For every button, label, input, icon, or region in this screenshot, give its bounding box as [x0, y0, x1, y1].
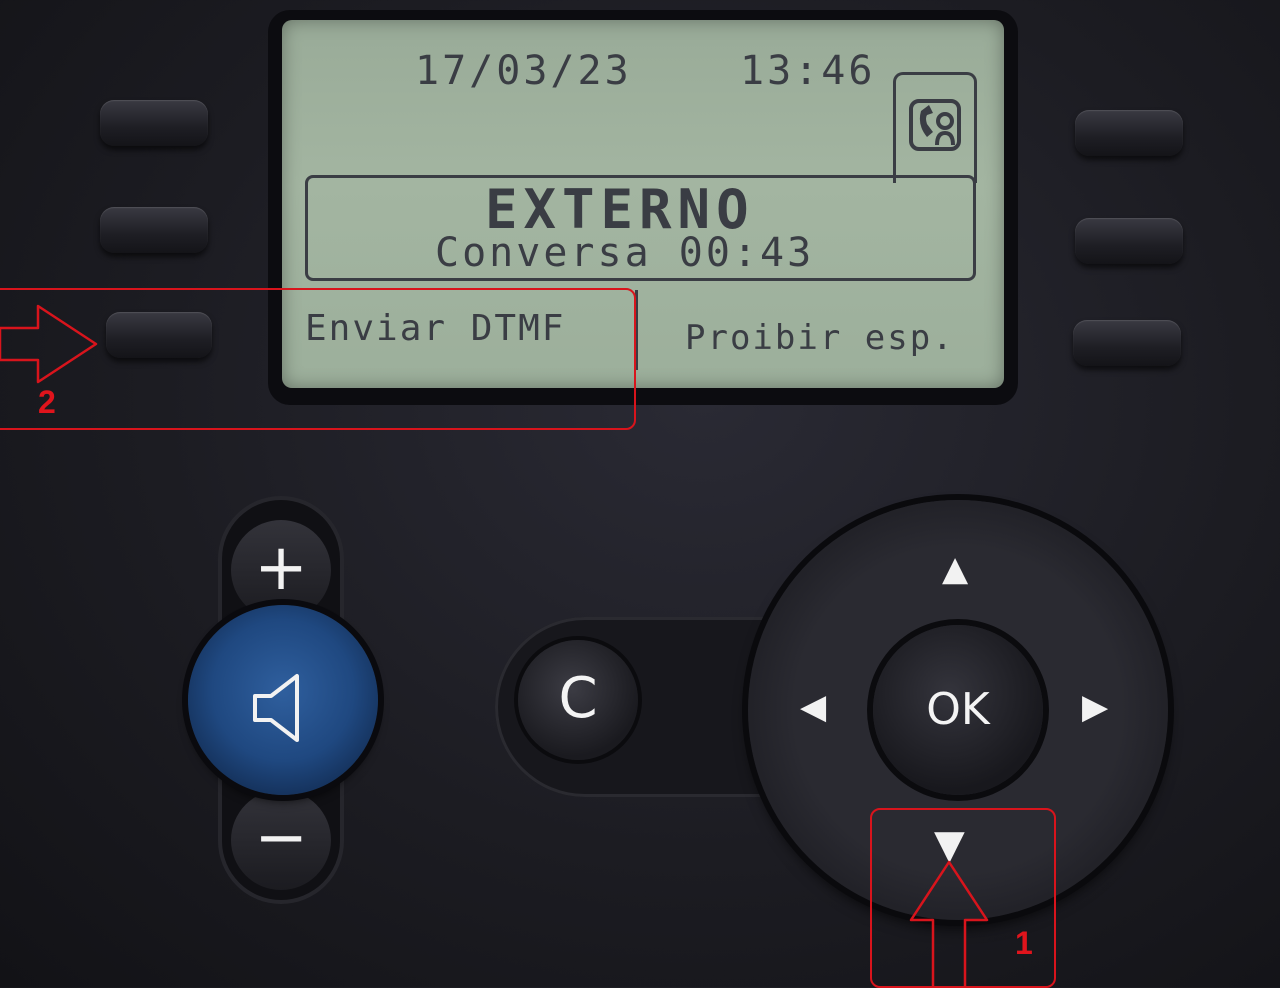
clear-button[interactable]: C: [518, 640, 638, 760]
softkey-left-1[interactable]: [100, 100, 208, 146]
nav-left-arrow-icon[interactable]: ◀: [800, 690, 826, 724]
volume-down-button[interactable]: −: [231, 790, 331, 890]
softkey-label-proibir: Proibir esp.: [685, 318, 955, 358]
softkey-left-2[interactable]: [100, 207, 208, 253]
annotation-box-softkey: [0, 288, 636, 430]
nav-right-arrow-icon[interactable]: ▶: [1082, 690, 1108, 724]
phone-call-icon: [909, 99, 961, 151]
softkey-right-2[interactable]: [1075, 218, 1183, 264]
softkey-right-3[interactable]: [1073, 320, 1181, 366]
display-time: 13:46: [740, 48, 876, 94]
annotation-step-1: 1: [1015, 925, 1033, 961]
speaker-icon: [253, 674, 299, 742]
nav-up-arrow-icon[interactable]: ▲: [942, 552, 968, 586]
ok-button[interactable]: OK: [873, 625, 1043, 795]
call-status: Conversa 00:43: [435, 230, 815, 276]
softkey-right-1[interactable]: [1075, 110, 1183, 156]
annotation-step-2: 2: [38, 384, 56, 420]
display-date: 17/03/23: [415, 48, 632, 94]
